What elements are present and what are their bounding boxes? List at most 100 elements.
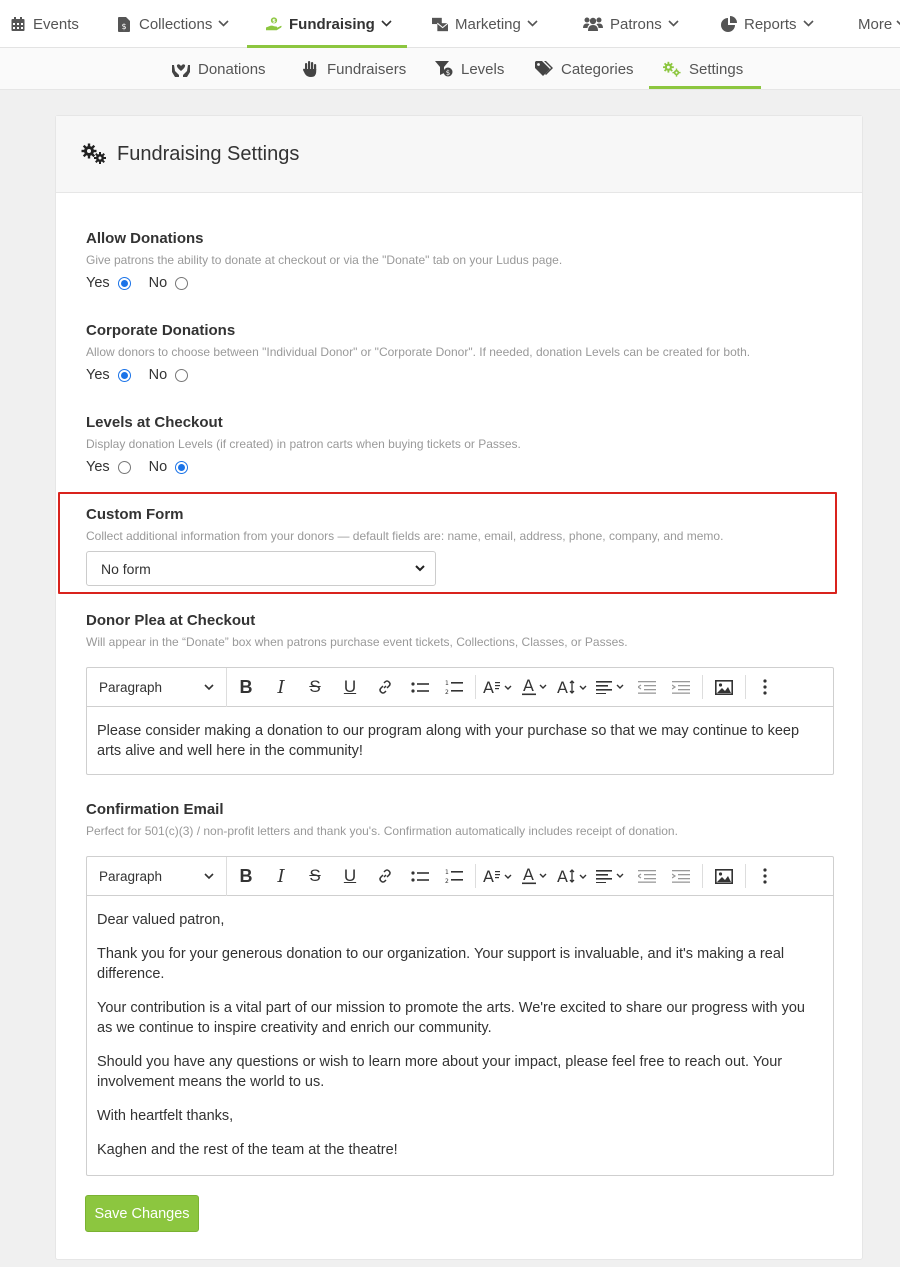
- strikethrough-icon[interactable]: S: [297, 857, 333, 896]
- image-icon[interactable]: [707, 857, 741, 896]
- corporate-donations-yes[interactable]: Yes: [86, 367, 131, 383]
- more-vertical-icon[interactable]: [750, 668, 780, 707]
- italic-icon[interactable]: I: [265, 668, 297, 707]
- outdent-icon[interactable]: [630, 668, 664, 707]
- link-icon[interactable]: [367, 857, 403, 896]
- radio-button[interactable]: [175, 368, 189, 382]
- allow-donations-no[interactable]: No: [149, 275, 189, 291]
- radio-no-label: No: [148, 459, 168, 475]
- nav-marketing[interactable]: Marketing: [432, 0, 538, 48]
- chevron-down-icon: [204, 683, 214, 690]
- nav-collections-label: Collections: [139, 15, 213, 33]
- radio-button[interactable]: [175, 460, 189, 474]
- nav-patrons[interactable]: Patrons: [583, 0, 679, 48]
- text-style-icon[interactable]: A: [480, 668, 516, 707]
- card-header: Fundraising Settings: [56, 116, 862, 193]
- donor-plea-content[interactable]: Please consider making a donation to our…: [87, 707, 833, 774]
- subnav-donations[interactable]: Donations: [172, 48, 266, 90]
- tags-icon: [535, 61, 553, 77]
- bold-icon[interactable]: B: [227, 668, 265, 707]
- chevron-down-icon: [802, 19, 814, 30]
- nav-events[interactable]: Events: [10, 0, 79, 48]
- document-dollar-icon: $: [116, 16, 132, 32]
- nav-reports[interactable]: Reports: [721, 0, 814, 48]
- svg-text:A: A: [557, 868, 568, 884]
- gears-icon: [81, 143, 107, 165]
- toolbar-divider: [745, 675, 746, 699]
- font-size-icon[interactable]: A: [554, 668, 592, 707]
- align-left-icon[interactable]: [592, 668, 630, 707]
- corporate-donations-radios: Yes No: [86, 367, 750, 383]
- subnav-donations-label: Donations: [198, 60, 266, 78]
- block-style-select[interactable]: Paragraph: [87, 667, 227, 707]
- confirmation-email-help: Perfect for 501(c)(3) / non-profit lette…: [86, 824, 678, 838]
- allow-donations-section: Allow Donations Give patrons the ability…: [86, 230, 562, 291]
- svg-text:A: A: [483, 679, 494, 695]
- svg-text:A: A: [523, 867, 534, 884]
- svg-text:2: 2: [445, 689, 449, 695]
- email-paragraph: Dear valued patron,: [97, 912, 225, 928]
- subnav-settings[interactable]: Settings: [663, 48, 743, 90]
- save-changes-button[interactable]: Save Changes: [85, 1195, 199, 1232]
- bullet-list-icon[interactable]: [403, 668, 437, 707]
- svg-text:$: $: [446, 69, 450, 77]
- calendar-icon: [10, 16, 26, 32]
- allow-donations-radios: Yes No: [86, 275, 562, 291]
- editor-toolbar: Paragraph B I S U 12 A A A: [87, 856, 833, 896]
- align-left-icon[interactable]: [592, 857, 630, 896]
- chevron-down-icon: [896, 19, 900, 30]
- font-size-icon[interactable]: A: [554, 857, 592, 896]
- link-icon[interactable]: [367, 668, 403, 707]
- font-color-icon[interactable]: A: [516, 857, 554, 896]
- donor-plea-section: Donor Plea at Checkout Will appear in th…: [86, 612, 628, 649]
- block-style-select[interactable]: Paragraph: [87, 856, 227, 896]
- font-color-icon[interactable]: A: [516, 668, 554, 707]
- underline-icon[interactable]: U: [333, 857, 367, 896]
- bold-icon[interactable]: B: [227, 857, 265, 896]
- pie-chart-icon: [721, 16, 737, 32]
- radio-button[interactable]: [117, 368, 131, 382]
- levels-at-checkout-yes[interactable]: Yes: [86, 459, 131, 475]
- confirmation-email-section: Confirmation Email Perfect for 501(c)(3)…: [86, 801, 678, 838]
- allow-donations-label: Allow Donations: [86, 230, 204, 247]
- svg-text:A: A: [557, 679, 568, 695]
- corporate-donations-no[interactable]: No: [149, 367, 189, 383]
- numbered-list-icon[interactable]: 12: [437, 668, 471, 707]
- corporate-donations-label: Corporate Donations: [86, 322, 236, 339]
- radio-button[interactable]: [175, 276, 189, 290]
- nav-collections[interactable]: $ Collections: [116, 0, 229, 48]
- levels-at-checkout-no[interactable]: No: [149, 459, 189, 475]
- nav-patrons-label: Patrons: [610, 15, 662, 33]
- subnav-fundraisers-label: Fundraisers: [327, 60, 407, 78]
- underline-icon[interactable]: U: [333, 668, 367, 707]
- subnav-categories[interactable]: Categories: [535, 48, 634, 90]
- text-style-icon[interactable]: A: [480, 857, 516, 896]
- settings-card: Fundraising Settings Allow Donations Giv…: [55, 115, 863, 1260]
- italic-icon[interactable]: I: [265, 857, 297, 896]
- radio-button[interactable]: [117, 276, 131, 290]
- allow-donations-help: Give patrons the ability to donate at ch…: [86, 253, 563, 267]
- allow-donations-yes[interactable]: Yes: [86, 275, 131, 291]
- image-icon[interactable]: [707, 668, 741, 707]
- chevron-down-icon: [381, 19, 392, 30]
- more-vertical-icon[interactable]: [750, 857, 780, 896]
- subnav-levels-label: Levels: [461, 60, 505, 78]
- numbered-list-icon[interactable]: 12: [437, 857, 471, 896]
- hand-paper-icon: [301, 61, 319, 77]
- radio-button[interactable]: [117, 460, 131, 474]
- top-nav: Events $ Collections $ Fundraising Marke…: [0, 0, 900, 48]
- subnav-categories-label: Categories: [561, 60, 634, 78]
- indent-icon[interactable]: [664, 668, 698, 707]
- subnav-settings-label: Settings: [689, 60, 744, 78]
- email-paragraph: Your contribution is a vital part of our…: [97, 1000, 805, 1036]
- nav-more[interactable]: More: [858, 0, 900, 48]
- outdent-icon[interactable]: [630, 857, 664, 896]
- svg-text:$: $: [272, 19, 276, 25]
- bullet-list-icon[interactable]: [403, 857, 437, 896]
- strikethrough-icon[interactable]: S: [297, 668, 333, 707]
- indent-icon[interactable]: [664, 857, 698, 896]
- nav-fundraising[interactable]: $ Fundraising: [266, 0, 392, 48]
- subnav-fundraisers[interactable]: Fundraisers: [301, 48, 406, 90]
- subnav-levels[interactable]: $ Levels: [435, 48, 504, 90]
- confirmation-email-content[interactable]: Dear valued patron, Thank you for your g…: [87, 896, 833, 1175]
